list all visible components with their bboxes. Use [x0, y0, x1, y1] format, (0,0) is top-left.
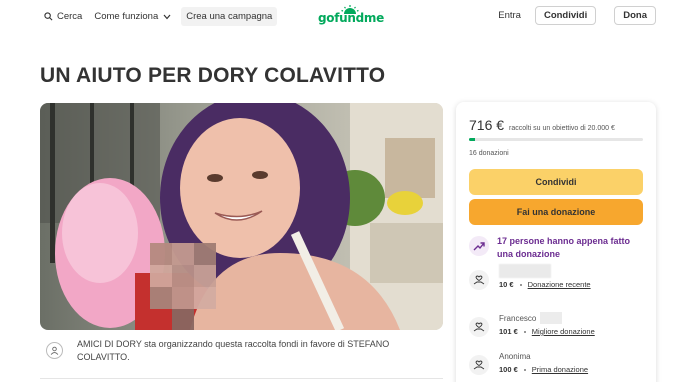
- donation-hand-icon: [469, 270, 489, 290]
- goal-text: raccolti su un obiettivo di 20.000 €: [509, 125, 615, 132]
- recent-notice-text: 17 persone hanno appena fatto una donazi…: [497, 236, 631, 259]
- login-link[interactable]: Entra: [498, 10, 521, 21]
- donor-surname-blurred: [540, 312, 563, 324]
- nav-left: Cerca Come funziona Crea una campagna: [44, 7, 278, 26]
- donor-name-blurred: [499, 264, 591, 278]
- search-link[interactable]: Cerca: [44, 11, 82, 22]
- organizer-avatar: [46, 342, 63, 359]
- amount-row: 716 € raccolti su un obiettivo di 20.000…: [469, 117, 615, 133]
- how-it-works-menu[interactable]: Come funziona: [94, 11, 171, 22]
- logo-text: gofundme: [318, 11, 384, 25]
- nav-right: Entra Condividi Dona: [498, 6, 656, 25]
- donor-tag-link[interactable]: Migliore donazione: [532, 326, 595, 337]
- header-share-button[interactable]: Condividi: [534, 6, 597, 25]
- donor-name: Francesco: [499, 313, 537, 323]
- separator-dot: [523, 368, 526, 371]
- gofundme-logo[interactable]: gofundme: [318, 5, 384, 25]
- campaign-photo[interactable]: [40, 103, 443, 330]
- organizer-info: AMICI DI DORY sta organizzando questa ra…: [40, 338, 443, 364]
- progress-bar: [469, 138, 643, 141]
- donor-item: Francesco 101 € Migliore donazione: [469, 312, 595, 337]
- progress-fill: [469, 138, 476, 141]
- donor-amount: 10 €: [499, 280, 514, 289]
- donor-amount: 100 €: [499, 365, 518, 374]
- user-icon: [50, 346, 59, 355]
- donor-item: 10 € Donazione recente: [469, 264, 591, 290]
- search-icon: [44, 12, 53, 21]
- organizer-text: AMICI DI DORY sta organizzando questa ra…: [77, 339, 390, 362]
- raised-amount: 716 €: [469, 117, 505, 133]
- donor-tag-link[interactable]: Donazione recente: [528, 279, 591, 290]
- separator-dot: [523, 330, 526, 333]
- donor-item: Anonima 100 € Prima donazione: [469, 350, 588, 375]
- donation-card: 716 € raccolti su un obiettivo di 20.000…: [456, 102, 656, 382]
- header-donate-button[interactable]: Dona: [614, 6, 656, 25]
- chevron-down-icon: [163, 14, 171, 19]
- donation-hand-icon: [469, 355, 489, 375]
- share-button[interactable]: Condividi: [469, 169, 643, 195]
- top-navigation: Cerca Come funziona Crea una campagna go…: [0, 0, 696, 32]
- donation-count: 16 donazioni: [469, 150, 509, 157]
- divider: [40, 378, 443, 379]
- donate-button[interactable]: Fai una donazione: [469, 199, 643, 225]
- separator-dot: [519, 283, 522, 286]
- donation-hand-icon: [469, 317, 489, 337]
- recent-donations-notice: 17 persone hanno appena fatto una donazi…: [469, 235, 647, 261]
- page-title: UN AIUTO PER DORY COLAVITTO: [40, 64, 386, 87]
- donor-amount: 101 €: [499, 327, 518, 336]
- donor-name: Anonima: [499, 351, 531, 361]
- donor-tag-link[interactable]: Prima donazione: [532, 364, 588, 375]
- trending-up-icon: [469, 236, 489, 256]
- search-label: Cerca: [57, 11, 83, 22]
- how-it-works-label: Come funziona: [94, 11, 159, 22]
- create-campaign-button[interactable]: Crea una campagna: [181, 7, 278, 26]
